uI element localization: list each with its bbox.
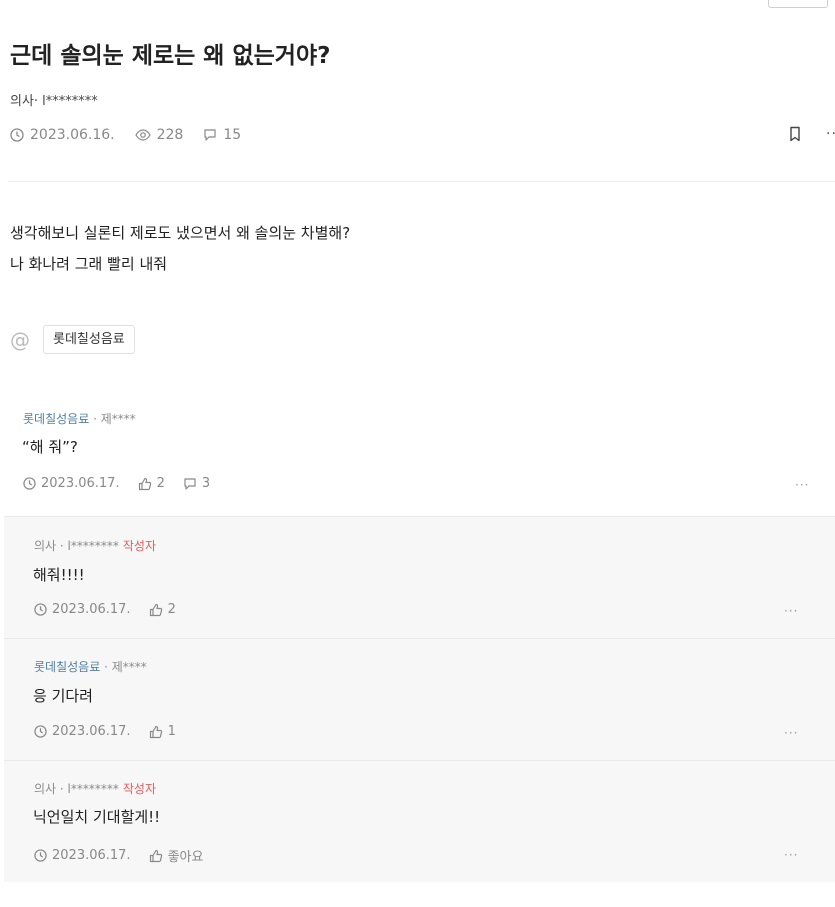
clock-icon bbox=[34, 725, 47, 738]
author-badge: 작성자 bbox=[122, 782, 156, 796]
reply: 롯데칠성음료 · 제**** 응 기다려 2023.06.17. 1 ··· bbox=[4, 639, 835, 760]
post-more-icon[interactable]: ··· bbox=[826, 126, 835, 142]
divider bbox=[8, 181, 835, 182]
post-title: 근데 솔의눈 제로는 왜 없는거야? bbox=[10, 43, 331, 69]
like-button[interactable]: 좋아요 bbox=[149, 846, 203, 865]
comment-meta: 2023.06.17. 1 bbox=[34, 724, 194, 739]
comment-date: 2023.06.17. bbox=[23, 476, 120, 491]
like-button[interactable]: 2 bbox=[149, 602, 176, 617]
comment-author[interactable]: 의사 · l******** 작성자 bbox=[34, 780, 156, 797]
comment-date: 2023.06.17. bbox=[34, 602, 131, 617]
at-icon: @ bbox=[10, 328, 30, 352]
comment: 롯데칠성음료 · 제**** “해 줘”? 2023.06.17. 2 3 ··… bbox=[8, 398, 835, 516]
comment-text: 응 기다려 bbox=[33, 687, 93, 705]
post-comment-count[interactable]: 15 bbox=[203, 127, 241, 143]
clock-icon bbox=[10, 128, 24, 142]
comment-more-icon[interactable]: ··· bbox=[795, 478, 809, 492]
thumbs-up-icon bbox=[138, 477, 151, 490]
post-body: 생각해보니 실론티 제로도 냈으면서 왜 솔의눈 차별해? 나 화나려 그래 빨… bbox=[10, 218, 350, 280]
clock-icon bbox=[23, 477, 36, 490]
clock-icon bbox=[34, 603, 47, 616]
like-button[interactable]: 1 bbox=[149, 724, 176, 739]
thumbs-up-icon bbox=[149, 849, 162, 862]
bookmark-icon[interactable] bbox=[788, 126, 802, 142]
comment-text: 해줘!!!! bbox=[33, 566, 85, 584]
comment-bubble-icon bbox=[184, 477, 196, 490]
comment-more-icon[interactable]: ··· bbox=[784, 848, 798, 862]
post-body-line: 생각해보니 실론티 제로도 냈으면서 왜 솔의눈 차별해? bbox=[10, 224, 351, 242]
post-body-line: 나 화나려 그래 빨리 내줘 bbox=[10, 255, 168, 273]
comment-more-icon[interactable]: ··· bbox=[784, 604, 798, 618]
comment-more-icon[interactable]: ··· bbox=[784, 726, 798, 740]
post-author[interactable]: 의사· l******** bbox=[10, 90, 98, 109]
reply: 의사 · l******** 작성자 해줘!!!! 2023.06.17. 2 ·… bbox=[4, 517, 835, 638]
comment-author[interactable]: 의사 · l******** 작성자 bbox=[34, 537, 156, 554]
top-action-button[interactable] bbox=[768, 0, 828, 8]
comment-meta: 2023.06.17. 2 3 bbox=[23, 476, 228, 491]
comment-author[interactable]: 롯데칠성음료 · 제**** bbox=[23, 410, 136, 427]
post-meta: 2023.06.16. 228 15 bbox=[10, 127, 261, 143]
comment-author[interactable]: 롯데칠성음료 · 제**** bbox=[34, 658, 147, 675]
clock-icon bbox=[34, 849, 47, 862]
comment-meta: 2023.06.17. 좋아요 bbox=[34, 846, 221, 865]
like-button[interactable]: 2 bbox=[138, 476, 165, 491]
reply: 의사 · l******** 작성자 닉언일치 기대할게!! 2023.06.17… bbox=[4, 761, 835, 882]
post-views: 228 bbox=[134, 127, 183, 143]
post-actions: ··· bbox=[788, 126, 835, 142]
thumbs-up-icon bbox=[149, 725, 162, 738]
comment-date: 2023.06.17. bbox=[34, 724, 131, 739]
comment-bubble-icon bbox=[204, 129, 216, 141]
comment-text: “해 줘”? bbox=[22, 438, 78, 456]
thumbs-up-icon bbox=[149, 603, 162, 616]
mention-tag[interactable]: 롯데칠성음료 bbox=[43, 325, 135, 354]
comment-meta: 2023.06.17. 2 bbox=[34, 602, 194, 617]
reply-count[interactable]: 3 bbox=[183, 476, 210, 491]
comment-date: 2023.06.17. bbox=[34, 848, 131, 863]
comment-text: 닉언일치 기대할게!! bbox=[33, 808, 161, 826]
post-date: 2023.06.16. bbox=[10, 127, 115, 143]
eye-icon bbox=[134, 129, 151, 141]
author-badge: 작성자 bbox=[122, 539, 156, 553]
